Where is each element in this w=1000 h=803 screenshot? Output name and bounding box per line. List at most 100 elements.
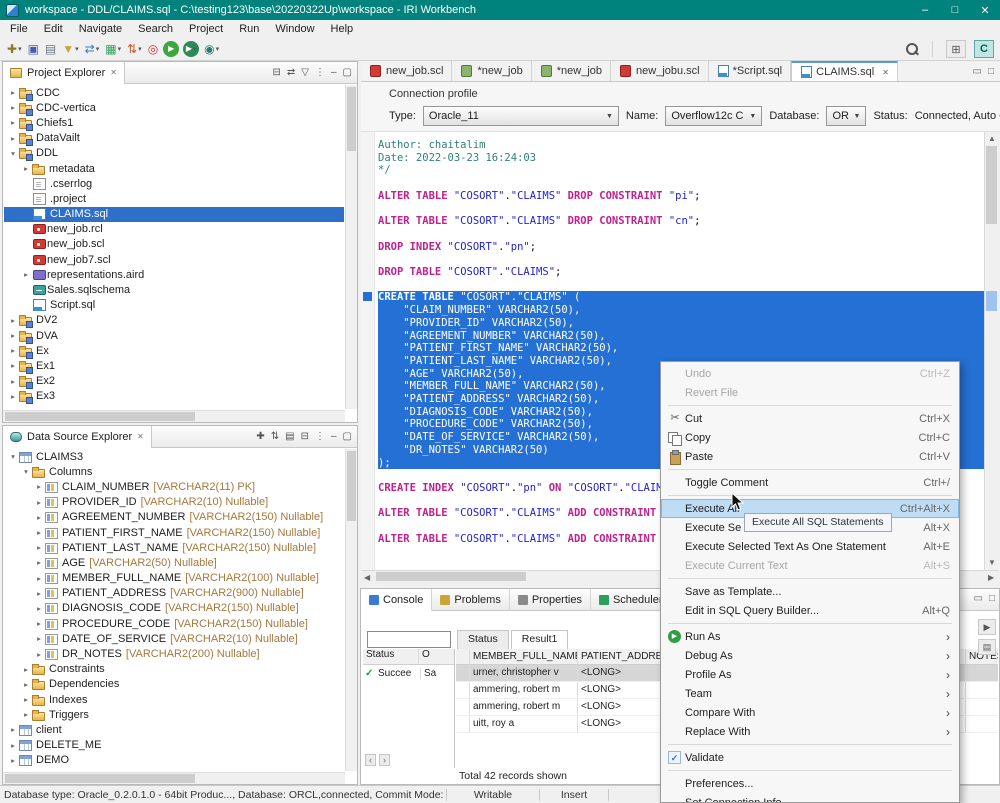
expanded-arrow-icon[interactable]: ▾: [7, 149, 19, 158]
save-icon[interactable]: ▣: [27, 40, 40, 58]
collapsed-arrow-icon[interactable]: ▸: [7, 88, 19, 97]
collapsed-arrow-icon[interactable]: ▸: [7, 392, 19, 401]
editor-hscroll-thumb[interactable]: [376, 572, 526, 581]
close-view-icon[interactable]: ✕: [137, 432, 144, 441]
scroll-right-icon[interactable]: ›: [379, 754, 390, 766]
menu-item-edit-in-sql-query-builder[interactable]: Edit in SQL Query Builder...Alt+Q: [661, 601, 959, 620]
expanded-arrow-icon[interactable]: ▾: [7, 452, 19, 461]
result-tab-status[interactable]: Status: [457, 630, 509, 649]
tree-item-script-sql[interactable]: Script.sql: [4, 298, 344, 313]
menu-item-save-as-template[interactable]: Save as Template...: [661, 582, 959, 601]
dse-tree-hscroll[interactable]: [3, 772, 345, 784]
tree-item-patient-first-name[interactable]: ▸PATIENT_FIRST_NAME[VARCHAR2(150) Nullab…: [4, 525, 344, 540]
collapsed-arrow-icon[interactable]: ▸: [33, 528, 45, 537]
result-status-row[interactable]: ✓ Succee Sa: [363, 665, 454, 681]
collapsed-arrow-icon[interactable]: ▸: [7, 331, 19, 340]
menu-item-team[interactable]: Team›: [661, 684, 959, 703]
menu-item-set-connection-info[interactable]: Set Connection Info: [661, 793, 959, 803]
dse-tree-vscroll[interactable]: [345, 449, 357, 771]
tree-item-sales-sqlschema[interactable]: Sales.sqlschema: [4, 282, 344, 297]
data-source-explorer-tab[interactable]: Data Source Explorer ✕: [3, 426, 152, 448]
collapsed-arrow-icon[interactable]: ▸: [20, 710, 32, 719]
tree-item-dependencies[interactable]: ▸Dependencies: [4, 677, 344, 692]
collapsed-arrow-icon[interactable]: ▸: [7, 361, 19, 370]
new-report-icon[interactable]: ▦▾: [104, 40, 122, 58]
dropdown-caret-icon[interactable]: ▾: [18, 45, 22, 53]
maximize-icon[interactable]: ▢: [343, 67, 352, 78]
tree-item-age[interactable]: ▸AGE[VARCHAR2(50) Nullable]: [4, 555, 344, 570]
project-explorer-tab[interactable]: Project Explorer ✕: [3, 62, 125, 84]
tree-item-procedure-code[interactable]: ▸PROCEDURE_CODE[VARCHAR2(150) Nullable]: [4, 616, 344, 631]
collapsed-arrow-icon[interactable]: ▸: [7, 134, 19, 143]
editor-vscroll-thumb[interactable]: [986, 146, 997, 224]
tree-item-metadata[interactable]: ▸metadata: [4, 161, 344, 176]
menu-window[interactable]: Window: [267, 21, 322, 37]
dropdown-caret-icon[interactable]: ▾: [216, 45, 220, 53]
tree-item-date-of-service[interactable]: ▸DATE_OF_SERVICE[VARCHAR2(10) Nullable]: [4, 631, 344, 646]
tree-item-triggers[interactable]: ▸Triggers: [4, 707, 344, 722]
tree-item-claim-number[interactable]: ▸CLAIM_NUMBER[VARCHAR2(11) PK]: [4, 479, 344, 494]
collapsed-arrow-icon[interactable]: ▸: [7, 346, 19, 355]
menu-item-cut[interactable]: ✂CutCtrl+X: [661, 409, 959, 428]
scroll-up-icon[interactable]: ▲: [988, 134, 996, 143]
db-profile-icon[interactable]: ◉▾: [203, 40, 220, 58]
dropdown-caret-icon[interactable]: ▾: [75, 45, 79, 53]
minimize-editor-icon[interactable]: ▭: [973, 66, 982, 77]
menu-help[interactable]: Help: [323, 21, 362, 37]
tree-item-claims-sql[interactable]: CLAIMS.sql: [4, 207, 344, 222]
grid-header-blank[interactable]: [456, 649, 470, 665]
collapsed-arrow-icon[interactable]: ▸: [33, 619, 45, 628]
collapsed-arrow-icon[interactable]: ▸: [20, 164, 32, 173]
database-select[interactable]: ORC ▼: [826, 106, 866, 126]
close-tab-icon[interactable]: ✕: [882, 68, 889, 77]
editor-tab-claims-sql[interactable]: CLAIMS.sql✕: [791, 61, 898, 81]
tree-item-datavailt[interactable]: ▸DataVailt: [4, 131, 344, 146]
view-menu-icon[interactable]: ⋮: [315, 67, 325, 78]
dropdown-caret-icon[interactable]: ▾: [193, 45, 197, 53]
tree-item-new-job-scl[interactable]: new_job.scl: [4, 237, 344, 252]
menu-item-replace-with[interactable]: Replace With›: [661, 722, 959, 741]
collapsed-arrow-icon[interactable]: ▸: [7, 756, 19, 765]
minimize-icon[interactable]: –: [331, 431, 337, 442]
tree-item-new-job7-scl[interactable]: new_job7.scl: [4, 252, 344, 267]
editor-tab-new-job[interactable]: *new_job: [452, 61, 531, 81]
target-icon[interactable]: ◎: [147, 40, 159, 58]
print-icon[interactable]: ▤: [44, 40, 57, 58]
collapsed-arrow-icon[interactable]: ▸: [7, 118, 19, 127]
collapsed-arrow-icon[interactable]: ▸: [20, 680, 32, 689]
run-history-icon[interactable]: ▶▾: [183, 41, 199, 57]
collapsed-arrow-icon[interactable]: ▸: [7, 316, 19, 325]
run-icon[interactable]: ▶: [163, 41, 179, 57]
new-wizard-icon[interactable]: ✚▾: [6, 40, 23, 58]
editor-tab-new-jobu-scl[interactable]: new_jobu.scl: [611, 61, 709, 81]
refresh-icon[interactable]: ⇅: [271, 431, 279, 442]
dropdown-caret-icon[interactable]: ▾: [118, 45, 122, 53]
tree-item-cdc-vertica[interactable]: ▸CDC-vertica: [4, 100, 344, 115]
link-with-editor-icon[interactable]: ⇄: [287, 67, 295, 78]
collapsed-arrow-icon[interactable]: ▸: [20, 270, 32, 279]
menu-navigate[interactable]: Navigate: [71, 21, 130, 37]
menu-item-debug-as[interactable]: Debug As›: [661, 646, 959, 665]
collapsed-arrow-icon[interactable]: ▸: [7, 725, 19, 734]
tree-item-delete-me[interactable]: ▸DELETE_ME: [4, 738, 344, 753]
minimize-panel-icon[interactable]: ▭: [974, 593, 983, 604]
new-transform-icon[interactable]: ⇄▾: [84, 40, 101, 58]
cosort-perspective-button[interactable]: C: [974, 40, 994, 58]
menu-edit[interactable]: Edit: [36, 21, 71, 37]
tree-item-representations-aird[interactable]: ▸representations.aird: [4, 267, 344, 282]
filter-icon[interactable]: ▽: [301, 67, 309, 78]
maximize-icon[interactable]: ▢: [343, 431, 352, 442]
scroll-down-icon[interactable]: ▼: [988, 558, 996, 567]
operation-column-header[interactable]: O: [419, 649, 451, 664]
project-tree-vscroll[interactable]: [345, 85, 357, 409]
close-view-icon[interactable]: ✕: [110, 68, 117, 77]
grid-header-member-full-name[interactable]: MEMBER_FULL_NAME: [470, 649, 578, 665]
menu-item-toggle-comment[interactable]: Toggle CommentCtrl+/: [661, 473, 959, 492]
minimize-icon[interactable]: –: [331, 67, 337, 78]
scroll-left-icon[interactable]: ◀: [364, 573, 370, 582]
menu-item-profile-as[interactable]: Profile As›: [661, 665, 959, 684]
tree-item-indexes[interactable]: ▸Indexes: [4, 692, 344, 707]
dropdown-caret-icon[interactable]: ▾: [96, 45, 100, 53]
collapsed-arrow-icon[interactable]: ▸: [33, 543, 45, 552]
scroll-right-icon[interactable]: ▶: [988, 573, 994, 582]
